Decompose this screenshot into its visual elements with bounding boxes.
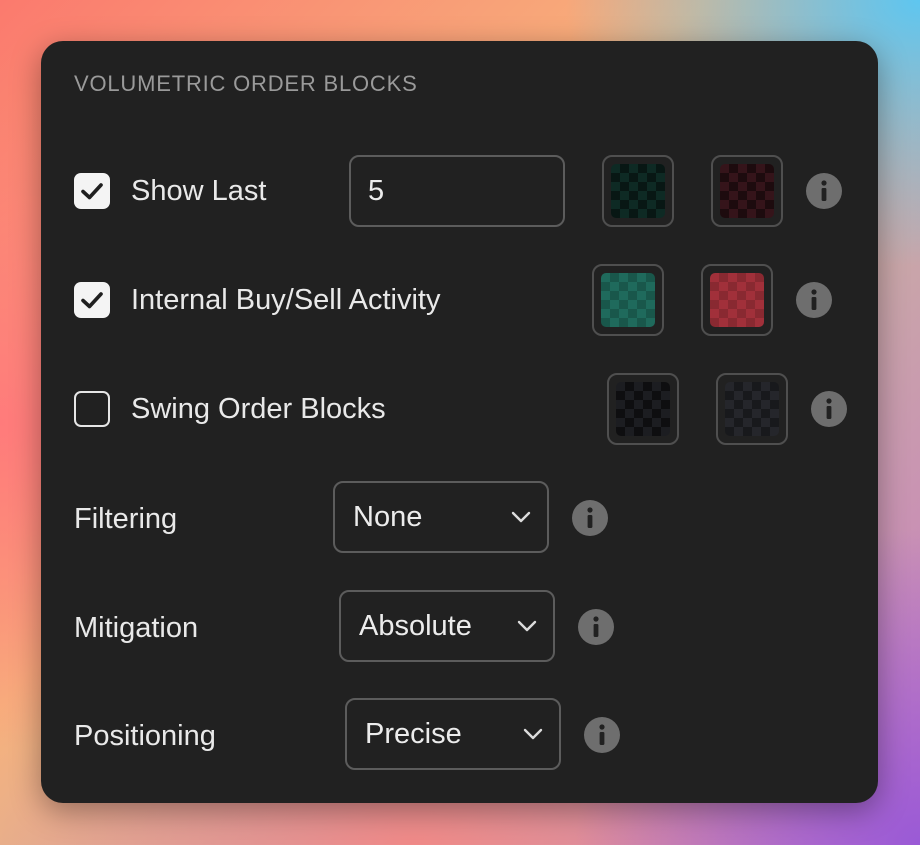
internal-activity-checkbox[interactable]: [74, 282, 110, 318]
show-last-checkbox[interactable]: [74, 173, 110, 209]
swing-order-blocks-label: Swing Order Blocks: [131, 393, 386, 425]
swatch-fill: [710, 273, 764, 327]
show-last-input[interactable]: 5: [349, 155, 565, 227]
chevron-down-icon: [517, 620, 537, 632]
internal-activity-label: Internal Buy/Sell Activity: [131, 284, 441, 316]
panel-title: VOLUMETRIC ORDER BLOCKS: [74, 71, 418, 96]
positioning-select-value: Precise: [365, 717, 462, 750]
info-icon[interactable]: [806, 173, 842, 209]
internal-buy-color-swatch[interactable]: [592, 264, 664, 336]
filtering-select[interactable]: None: [333, 481, 549, 553]
swatch-fill: [611, 164, 665, 218]
settings-panel: VOLUMETRIC ORDER BLOCKS Show Last 5 Inte…: [41, 41, 878, 803]
internal-sell-color-swatch[interactable]: [701, 264, 773, 336]
info-icon[interactable]: [572, 500, 608, 536]
swatch-fill: [601, 273, 655, 327]
mitigation-select-value: Absolute: [359, 609, 472, 642]
show-last-label: Show Last: [131, 175, 267, 207]
chevron-down-icon: [511, 511, 531, 523]
filtering-label: Filtering: [74, 503, 178, 535]
checkmark-icon: [81, 292, 103, 309]
mitigation-select[interactable]: Absolute: [339, 590, 555, 662]
show-last-bull-color-swatch[interactable]: [602, 155, 674, 227]
positioning-select[interactable]: Precise: [345, 698, 561, 770]
chevron-down-icon: [523, 728, 543, 740]
swatch-fill: [616, 382, 670, 436]
info-icon[interactable]: [796, 282, 832, 318]
swing-bear-color-swatch[interactable]: [716, 373, 788, 445]
filtering-select-value: None: [353, 500, 423, 533]
info-icon[interactable]: [811, 391, 847, 427]
show-last-bear-color-swatch[interactable]: [711, 155, 783, 227]
swing-order-blocks-checkbox[interactable]: [74, 391, 110, 427]
checkmark-icon: [81, 183, 103, 200]
swatch-fill: [720, 164, 774, 218]
swatch-fill: [725, 382, 779, 436]
swing-bull-color-swatch[interactable]: [607, 373, 679, 445]
mitigation-label: Mitigation: [74, 612, 199, 644]
info-icon[interactable]: [578, 609, 614, 645]
info-icon[interactable]: [584, 717, 620, 753]
positioning-label: Positioning: [74, 720, 216, 752]
